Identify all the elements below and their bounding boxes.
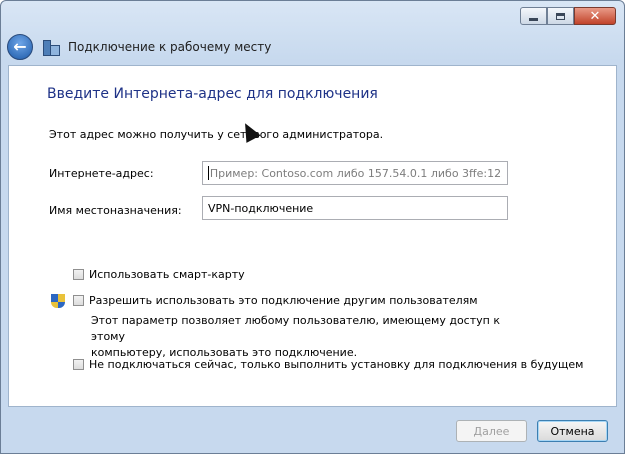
checkbox-box[interactable] [73,269,84,280]
text-caret [208,166,209,180]
share-connection-checkbox[interactable]: Разрешить использовать это подключение д… [73,294,478,307]
next-button[interactable]: Далее [456,420,527,442]
wizard-title: Подключение к рабочему месту [68,40,272,54]
info-text: Этот адрес можно получить у сетевого адм… [49,128,384,141]
back-button[interactable]: ← [7,34,33,60]
page-heading: Введите Интернета-адрес для подключения [47,86,378,102]
maximize-icon [556,12,565,20]
network-app-icon [42,38,60,56]
navigation-bar: ← Подключение к рабочему месту [7,31,617,63]
title-bar[interactable]: ✕ [1,1,624,31]
connect-later-label: Не подключаться сейчас, только выполнить… [89,358,584,371]
address-placeholder: Пример: Contoso.com либо 157.54.0.1 либо… [209,166,502,180]
connect-later-checkbox[interactable]: Не подключаться сейчас, только выполнить… [73,358,583,371]
share-description-line: Этот параметр позволяет любому пользоват… [91,314,500,343]
address-input[interactable]: Пример: Contoso.com либо 157.54.0.1 либо… [202,161,508,185]
maximize-button[interactable] [547,7,574,25]
window-controls: ✕ [520,7,616,25]
address-label: Интернете-адрес: [49,167,154,180]
smartcard-label: Использовать смарт-карту [89,268,245,281]
share-description: Этот параметр позволяет любому пользоват… [91,313,531,361]
wizard-page: Введите Интернета-адрес для подключения … [8,65,617,407]
checkbox-box[interactable] [73,359,84,370]
back-arrow-icon: ← [13,36,27,56]
destination-label: Имя местоназначения: [49,204,182,217]
destination-value: VPN-подключение [208,201,314,215]
share-connection-label: Разрешить использовать это подключение д… [89,294,478,307]
smartcard-checkbox[interactable]: Использовать смарт-карту [73,268,245,281]
checkbox-box[interactable] [73,295,84,306]
cancel-button[interactable]: Отмена [537,420,608,442]
close-button[interactable]: ✕ [574,7,616,25]
close-icon: ✕ [589,8,601,24]
destination-input[interactable]: VPN-подключение [202,196,508,220]
minimize-icon [529,17,538,21]
dialog-window: ✕ ← Подключение к рабочему месту Введите… [0,0,625,454]
uac-shield-icon [51,294,65,310]
minimize-button[interactable] [520,7,547,25]
